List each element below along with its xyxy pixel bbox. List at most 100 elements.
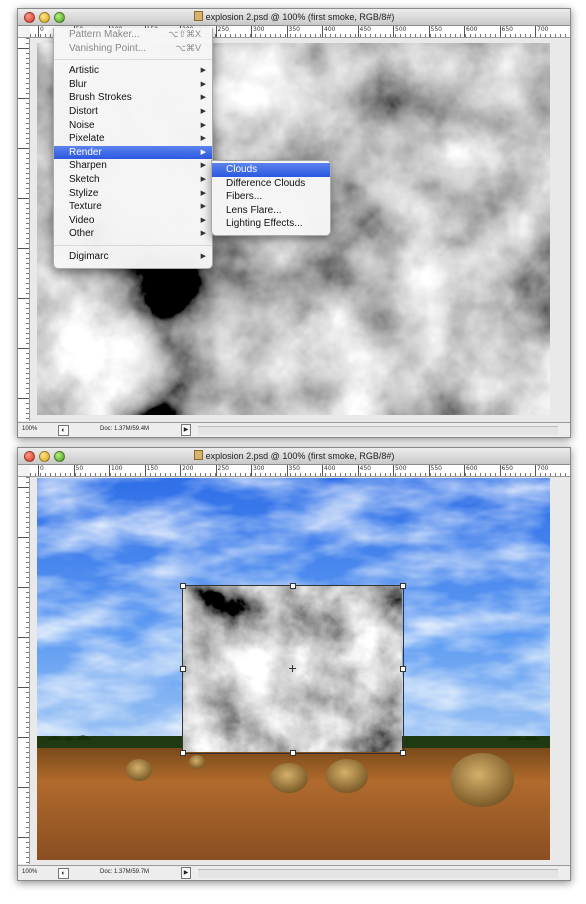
ruler-tick-label: 0 [38, 26, 44, 37]
status-icon[interactable]: ◐ [58, 425, 69, 436]
ruler-tick-label: 450 [357, 26, 371, 37]
menu-item-clouds[interactable]: Clouds [212, 163, 330, 177]
menu-item-artistic[interactable]: Artistic ▶ [54, 64, 212, 78]
ruler-tick [18, 298, 29, 300]
transform-handle[interactable] [180, 583, 186, 589]
submenu-arrow-icon: ▶ [200, 80, 206, 88]
ruler-tick [18, 737, 29, 739]
zoom-level[interactable]: 100% [22, 426, 37, 432]
ruler-tick-label: 500 [393, 26, 406, 37]
canvas[interactable] [37, 478, 550, 860]
menu-item-label: Distort [69, 105, 98, 117]
menu-item-sharpen[interactable]: Sharpen ▶ [54, 159, 212, 173]
ruler-tick-label: 400 [322, 26, 335, 37]
menu-item-texture[interactable]: Texture ▶ [54, 200, 212, 214]
ruler-tick-label: 350 [286, 465, 300, 476]
transform-handle[interactable] [180, 666, 186, 672]
ruler-tick-label: 700 [535, 26, 548, 37]
ruler-tick-label: 300 [251, 26, 264, 37]
menu-item-label: Sharpen [69, 160, 107, 172]
ruler-tick [18, 637, 29, 639]
ruler-tick-label: 0 [38, 465, 44, 476]
ruler-tick [18, 98, 29, 100]
submenu-arrow-icon: ▶ [200, 107, 206, 115]
document-icon [193, 450, 203, 460]
menu-item-lighting-effects[interactable]: Lighting Effects... [212, 217, 330, 231]
title-bar[interactable]: explosion 2.psd @ 100% (first smoke, RGB… [18, 448, 570, 465]
status-menu-arrow-icon[interactable]: ▶ [181, 867, 191, 879]
window-title: explosion 2.psd @ 100% (first smoke, RGB… [205, 12, 395, 22]
menu-separator [54, 59, 212, 61]
transform-handle[interactable] [400, 583, 406, 589]
menu-item-lens-flare[interactable]: Lens Flare... [212, 204, 330, 218]
ruler-tick-label: 500 [393, 465, 406, 476]
transform-handle[interactable] [180, 750, 186, 756]
menu-item-label: Artistic [69, 65, 99, 77]
ruler-tick-label: 550 [428, 26, 442, 37]
menu-item-label: Stylize [69, 187, 99, 199]
ruler-tick-label: 400 [322, 465, 335, 476]
ruler-tick-label: 150 [144, 465, 158, 476]
horizontal-scrollbar[interactable] [198, 869, 558, 878]
menu-item-distort[interactable]: Distort ▶ [54, 105, 212, 119]
menu-item-pixelate[interactable]: Pixelate ▶ [54, 132, 212, 146]
ruler-tick-label: 100 [109, 465, 122, 476]
status-icon[interactable]: ◐ [58, 868, 69, 879]
filter-menu: Pattern Maker... ⌥⇧⌘X Vanishing Point... ⌥⌘… [53, 28, 213, 269]
menu-item-label: Brush Strokes [69, 92, 132, 104]
ruler-tick-label: 600 [464, 26, 477, 37]
ruler-tick [18, 587, 29, 589]
menu-item-video[interactable]: Video ▶ [54, 214, 212, 228]
ruler-tick [18, 148, 29, 150]
status-menu-arrow-icon[interactable]: ▶ [181, 424, 191, 436]
ruler-tick [18, 687, 29, 689]
menu-item-blur[interactable]: Blur ▶ [54, 78, 212, 92]
menu-item-label: Fibers... [226, 191, 263, 203]
menu-item-brush-strokes[interactable]: Brush Strokes ▶ [54, 91, 212, 105]
reference-point-icon[interactable] [289, 665, 296, 672]
menu-item-label: Pixelate [69, 133, 105, 145]
menu-item-pattern-maker[interactable]: Pattern Maker... ⌥⇧⌘X [54, 28, 212, 42]
submenu-arrow-icon: ▶ [200, 230, 206, 238]
ruler-tick-label: 50 [73, 465, 83, 476]
transform-bounding-box[interactable] [180, 583, 406, 756]
vertical-ruler[interactable] [18, 38, 30, 421]
transform-handle[interactable] [290, 583, 296, 589]
vertical-ruler[interactable] [18, 477, 30, 864]
document-size: Doc: 1.37M/59.4M [100, 426, 150, 432]
title-bar[interactable]: explosion 2.psd @ 100% (first smoke, RGB… [18, 9, 570, 26]
menu-item-label: Noise [69, 119, 95, 131]
menu-item-label: Vanishing Point... [69, 42, 147, 54]
menu-item-digimarc[interactable]: Digimarc ▶ [54, 250, 212, 264]
ruler-tick [18, 487, 29, 489]
menu-item-difference-clouds[interactable]: Difference Clouds [212, 177, 330, 191]
menu-item-other[interactable]: Other ▶ [54, 227, 212, 241]
menu-item-stylize[interactable]: Stylize ▶ [54, 187, 212, 201]
menu-item-noise[interactable]: Noise ▶ [54, 119, 212, 133]
menu-item-label: Render [69, 146, 102, 158]
menu-item-label: Digimarc [69, 250, 109, 262]
menu-item-fibers[interactable]: Fibers... [212, 190, 330, 204]
transform-handle[interactable] [400, 750, 406, 756]
ruler-tick-label: 650 [499, 465, 513, 476]
ruler-tick-label: 250 [215, 465, 229, 476]
ruler-tick-label: 700 [535, 465, 548, 476]
menu-item-sketch[interactable]: Sketch ▶ [54, 173, 212, 187]
menu-item-vanishing-point[interactable]: Vanishing Point... ⌥⌘V [54, 42, 212, 56]
zoom-level[interactable]: 100% [22, 869, 37, 875]
ruler-tick-label: 200 [180, 465, 193, 476]
render-submenu: Clouds Difference Clouds Fibers... Lens Fla… [211, 160, 331, 236]
ruler-tick [18, 537, 29, 539]
horizontal-ruler[interactable]: 0 50 100 150 200 250 300 350 400 450 500 550 600 650 7… [30, 465, 570, 477]
transform-handle[interactable] [400, 666, 406, 672]
horizontal-scrollbar[interactable] [198, 426, 558, 435]
ruler-tick [18, 787, 29, 789]
menu-item-label: Clouds [226, 164, 258, 175]
document-window-2: explosion 2.psd @ 100% (first smoke, RGB… [17, 447, 571, 881]
menu-item-label: Other [69, 228, 95, 240]
transform-handle[interactable] [290, 750, 296, 756]
menu-item-render[interactable]: Render ▶ [54, 145, 212, 160]
menu-item-label: Video [69, 214, 95, 226]
menu-item-label: Texture [69, 201, 102, 213]
submenu-arrow-icon: ▶ [200, 203, 206, 211]
